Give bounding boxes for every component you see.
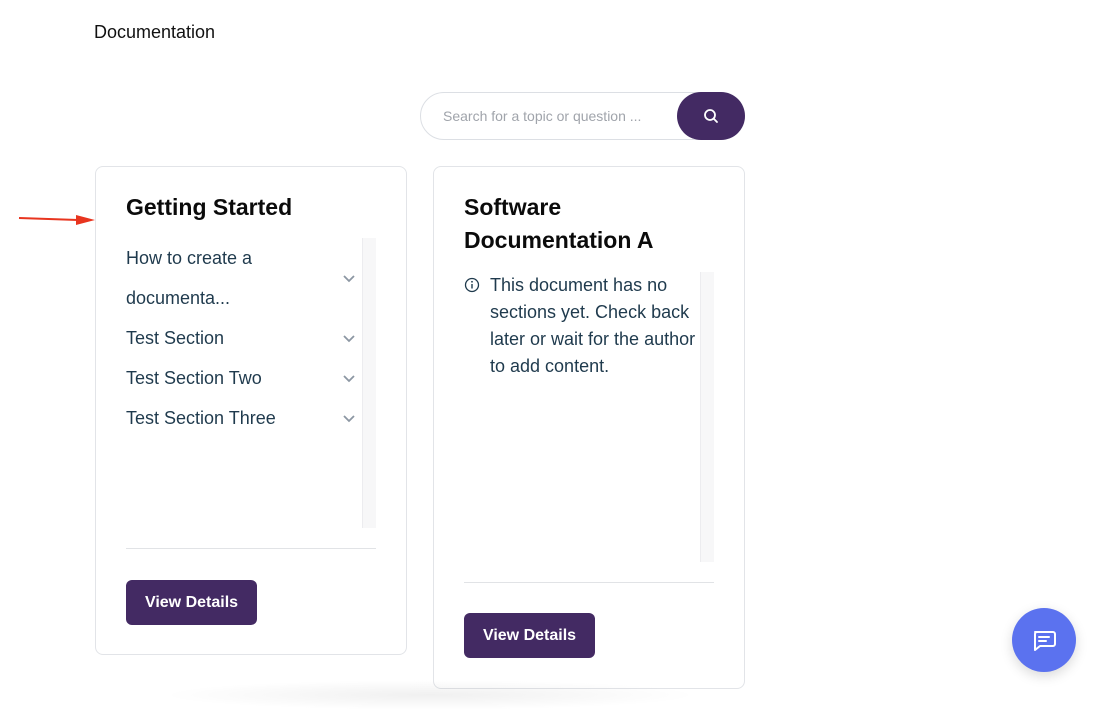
search-bar (420, 92, 745, 140)
view-details-button[interactable]: View Details (464, 613, 595, 658)
empty-message: This document has no sections yet. Check… (490, 275, 696, 376)
search-input[interactable] (422, 94, 672, 138)
chevron-down-icon (343, 375, 355, 383)
page-title: Documentation (94, 22, 216, 42)
chat-icon (1034, 631, 1056, 651)
section-item[interactable]: Test Section Two (126, 358, 362, 398)
section-item[interactable]: Test Section Three (126, 398, 362, 438)
arrow-right-icon (18, 215, 95, 225)
scrollbar[interactable] (362, 238, 376, 528)
section-item[interactable]: How to create a documenta... (126, 238, 362, 318)
chevron-down-icon (343, 335, 355, 343)
search-button[interactable] (677, 92, 745, 140)
scrollbar[interactable] (700, 272, 714, 562)
card-title: Getting Started (126, 194, 293, 220)
section-list: How to create a documenta... Test Sectio… (126, 238, 376, 528)
view-details-button[interactable]: View Details (126, 580, 257, 625)
chevron-down-icon (343, 275, 355, 283)
search-icon (704, 109, 718, 123)
info-icon (464, 277, 480, 293)
empty-state: This document has no sections yet. Check… (464, 272, 714, 562)
doc-card-software-documentation-a: Software Documentation A This document h… (433, 166, 745, 689)
section-item[interactable]: Test Section (126, 318, 362, 358)
doc-card-getting-started: Getting Started How to create a document… (95, 166, 407, 655)
chat-button[interactable] (1012, 608, 1076, 672)
shadow-decoration (160, 680, 700, 710)
chevron-down-icon (343, 415, 355, 423)
divider (464, 582, 714, 583)
divider (126, 548, 376, 549)
card-title: Software Documentation A (464, 194, 654, 253)
